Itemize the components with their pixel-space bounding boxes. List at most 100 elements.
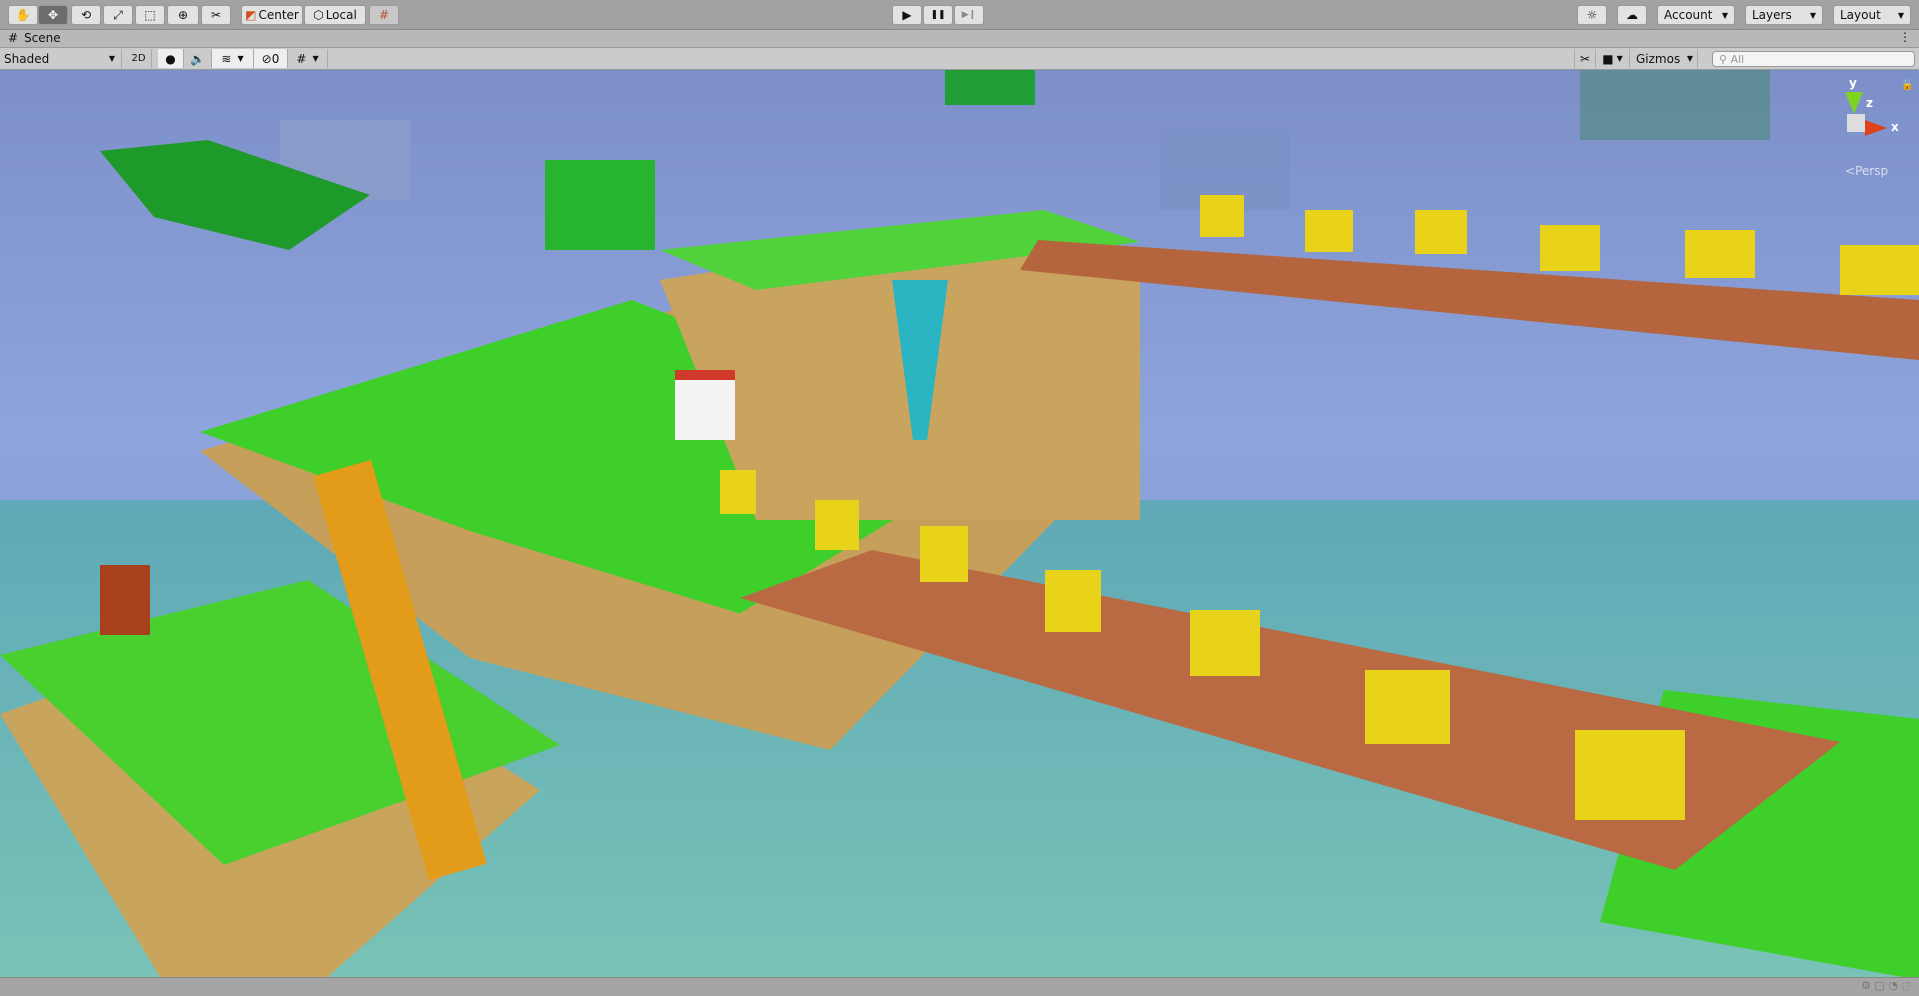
hand-tool-button[interactable]: ✋ xyxy=(8,5,38,25)
pivot-label: Center xyxy=(258,8,299,22)
axis-y-cone[interactable] xyxy=(1845,92,1863,114)
scale-tool-button[interactable]: ⤢ xyxy=(103,5,133,25)
coin xyxy=(1415,210,1467,254)
axis-z-label: z xyxy=(1866,96,1873,110)
lock-icon[interactable]: 🔓 xyxy=(1901,80,1913,91)
draw-mode-label: Shaded xyxy=(4,51,50,66)
account-label: Account xyxy=(1664,8,1713,22)
coin xyxy=(1840,245,1919,295)
cube-icon: ⬡ xyxy=(313,8,324,22)
chevron-down-icon: ▼ xyxy=(1897,10,1904,20)
status-icons: ⚙ ▢ ◔ ◌ xyxy=(1861,979,1911,992)
grid-snap-icon: # xyxy=(378,8,390,22)
lightbulb-icon: ● xyxy=(165,51,176,66)
cloud-button[interactable]: ☁ xyxy=(1617,5,1647,25)
2d-label: 2D xyxy=(131,53,146,64)
pause-icon: ❚❚ xyxy=(930,10,946,20)
pivot-center-button[interactable]: ◩ Center xyxy=(241,5,303,25)
coin xyxy=(1540,225,1600,271)
cloud-icon: ☁ xyxy=(1626,8,1638,22)
scale-icon: ⤢ xyxy=(113,7,123,22)
layers-dropdown[interactable]: Layers ▼ xyxy=(1745,5,1823,25)
lighting-toggle[interactable]: ● xyxy=(158,49,184,68)
lighting-button[interactable]: ☼ xyxy=(1577,5,1607,25)
transform-tool-button[interactable]: ⊕ xyxy=(167,5,199,25)
sun-icon: ☼ xyxy=(1586,8,1598,22)
draw-mode-dropdown[interactable]: Shaded ▼ xyxy=(0,49,122,68)
hidden-objects-toggle[interactable]: ⊘ 0 xyxy=(254,49,288,68)
main-toolbar: ✋ ✥ ⟲ ⤢ ⬚ ⊕ ✂ ◩ Center ⬡ Local # ▶ ❚❚ ▶❙ ☼… xyxy=(0,0,1919,30)
rope-bridge xyxy=(1020,240,1919,360)
scene-viewport[interactable]: y z x 🔓 <Persp xyxy=(0,70,1919,977)
gizmos-label: Gizmos xyxy=(1636,51,1681,66)
pause-button[interactable]: ❚❚ xyxy=(923,5,953,25)
robot-character xyxy=(100,565,150,635)
rotate-icon: ⟲ xyxy=(80,8,92,22)
persp-icon: < xyxy=(1845,164,1856,178)
transform-icon: ⊕ xyxy=(177,8,189,22)
2d-toggle[interactable]: 2D xyxy=(126,49,152,68)
chevron-down-icon: ▼ xyxy=(1686,54,1693,63)
coin xyxy=(815,500,859,550)
rect-icon: ⬚ xyxy=(144,8,156,22)
chevron-down-icon: ▼ xyxy=(108,54,115,63)
tools-icon: ✂ xyxy=(210,8,222,22)
account-dropdown[interactable]: Account ▼ xyxy=(1657,5,1735,25)
hand-icon: ✋ xyxy=(15,8,31,22)
more-options-icon[interactable]: ⋮ xyxy=(1899,30,1911,44)
coin xyxy=(920,526,968,582)
play-icon: ▶ xyxy=(902,8,912,22)
space-label: Local xyxy=(325,8,357,22)
speaker-icon: 🔈 xyxy=(190,51,205,66)
play-button[interactable]: ▶ xyxy=(892,5,922,25)
tools-toggle[interactable]: ✂ xyxy=(1574,49,1596,68)
scene-toolbar: Shaded ▼ 2D ● 🔈 ≋ ▼ ⊘ 0 # ▼ ✂ ■ ▼ Gizmos ▼ ⚲ A… xyxy=(0,48,1919,70)
search-placeholder: All xyxy=(1730,52,1745,66)
move-tool-button[interactable]: ✥ xyxy=(38,5,68,25)
tab-scene[interactable]: # Scene xyxy=(8,31,61,45)
scene-tab-bar: # Scene ⋮ xyxy=(0,30,1919,48)
snap-button[interactable]: # xyxy=(369,5,399,25)
coin xyxy=(1685,230,1755,278)
projection-toggle[interactable]: <Persp xyxy=(1845,164,1888,178)
layout-label: Layout xyxy=(1840,8,1881,22)
grid-icon: # xyxy=(296,51,307,66)
space-local-button[interactable]: ⬡ Local xyxy=(304,5,366,25)
move-icon: ✥ xyxy=(47,8,59,22)
tree-canopy xyxy=(945,70,1035,105)
step-icon: ▶❙ xyxy=(961,10,977,20)
coin xyxy=(1575,730,1685,820)
layers-icon: ≋ xyxy=(221,51,232,66)
tree-canopy xyxy=(545,160,655,250)
eye-hidden-icon: ⊘ xyxy=(261,51,272,66)
chicken xyxy=(675,370,735,440)
axis-x-cone[interactable] xyxy=(1865,120,1887,136)
gizmo-center-cube[interactable] xyxy=(1847,114,1865,132)
chevron-down-icon: ▼ xyxy=(1809,10,1816,20)
pivot-icon: ◩ xyxy=(245,8,257,22)
step-button[interactable]: ▶❙ xyxy=(954,5,984,25)
axis-y-label: y xyxy=(1849,76,1857,90)
projection-label: Persp xyxy=(1855,164,1889,178)
rect-tool-button[interactable]: ⬚ xyxy=(135,5,165,25)
tab-scene-label: Scene xyxy=(24,31,61,45)
rotate-tool-button[interactable]: ⟲ xyxy=(71,5,101,25)
status-bar: ⚙ ▢ ◔ ◌ xyxy=(0,977,1919,996)
audio-toggle[interactable]: 🔈 xyxy=(184,49,212,68)
chevron-down-icon: ▼ xyxy=(1721,10,1728,20)
layout-dropdown[interactable]: Layout ▼ xyxy=(1833,5,1911,25)
effects-dropdown[interactable]: ≋ ▼ xyxy=(212,49,254,68)
chevron-down-icon: ▼ xyxy=(312,54,319,63)
gizmos-dropdown[interactable]: Gizmos ▼ xyxy=(1632,49,1698,68)
orientation-gizmo[interactable]: y z x 🔓 <Persp xyxy=(1835,70,1919,180)
camera-dropdown[interactable]: ■ ▼ xyxy=(1596,49,1630,68)
custom-tool-button[interactable]: ✂ xyxy=(201,5,231,25)
chevron-down-icon: ▼ xyxy=(237,54,244,63)
background-tree xyxy=(1580,70,1770,140)
search-input[interactable]: ⚲ All xyxy=(1712,51,1915,67)
axis-x-label: x xyxy=(1891,120,1899,134)
coin xyxy=(1190,610,1260,676)
tools-icon: ✂ xyxy=(1579,51,1591,66)
grid-dropdown[interactable]: # ▼ xyxy=(288,49,328,68)
coin xyxy=(1200,195,1244,237)
